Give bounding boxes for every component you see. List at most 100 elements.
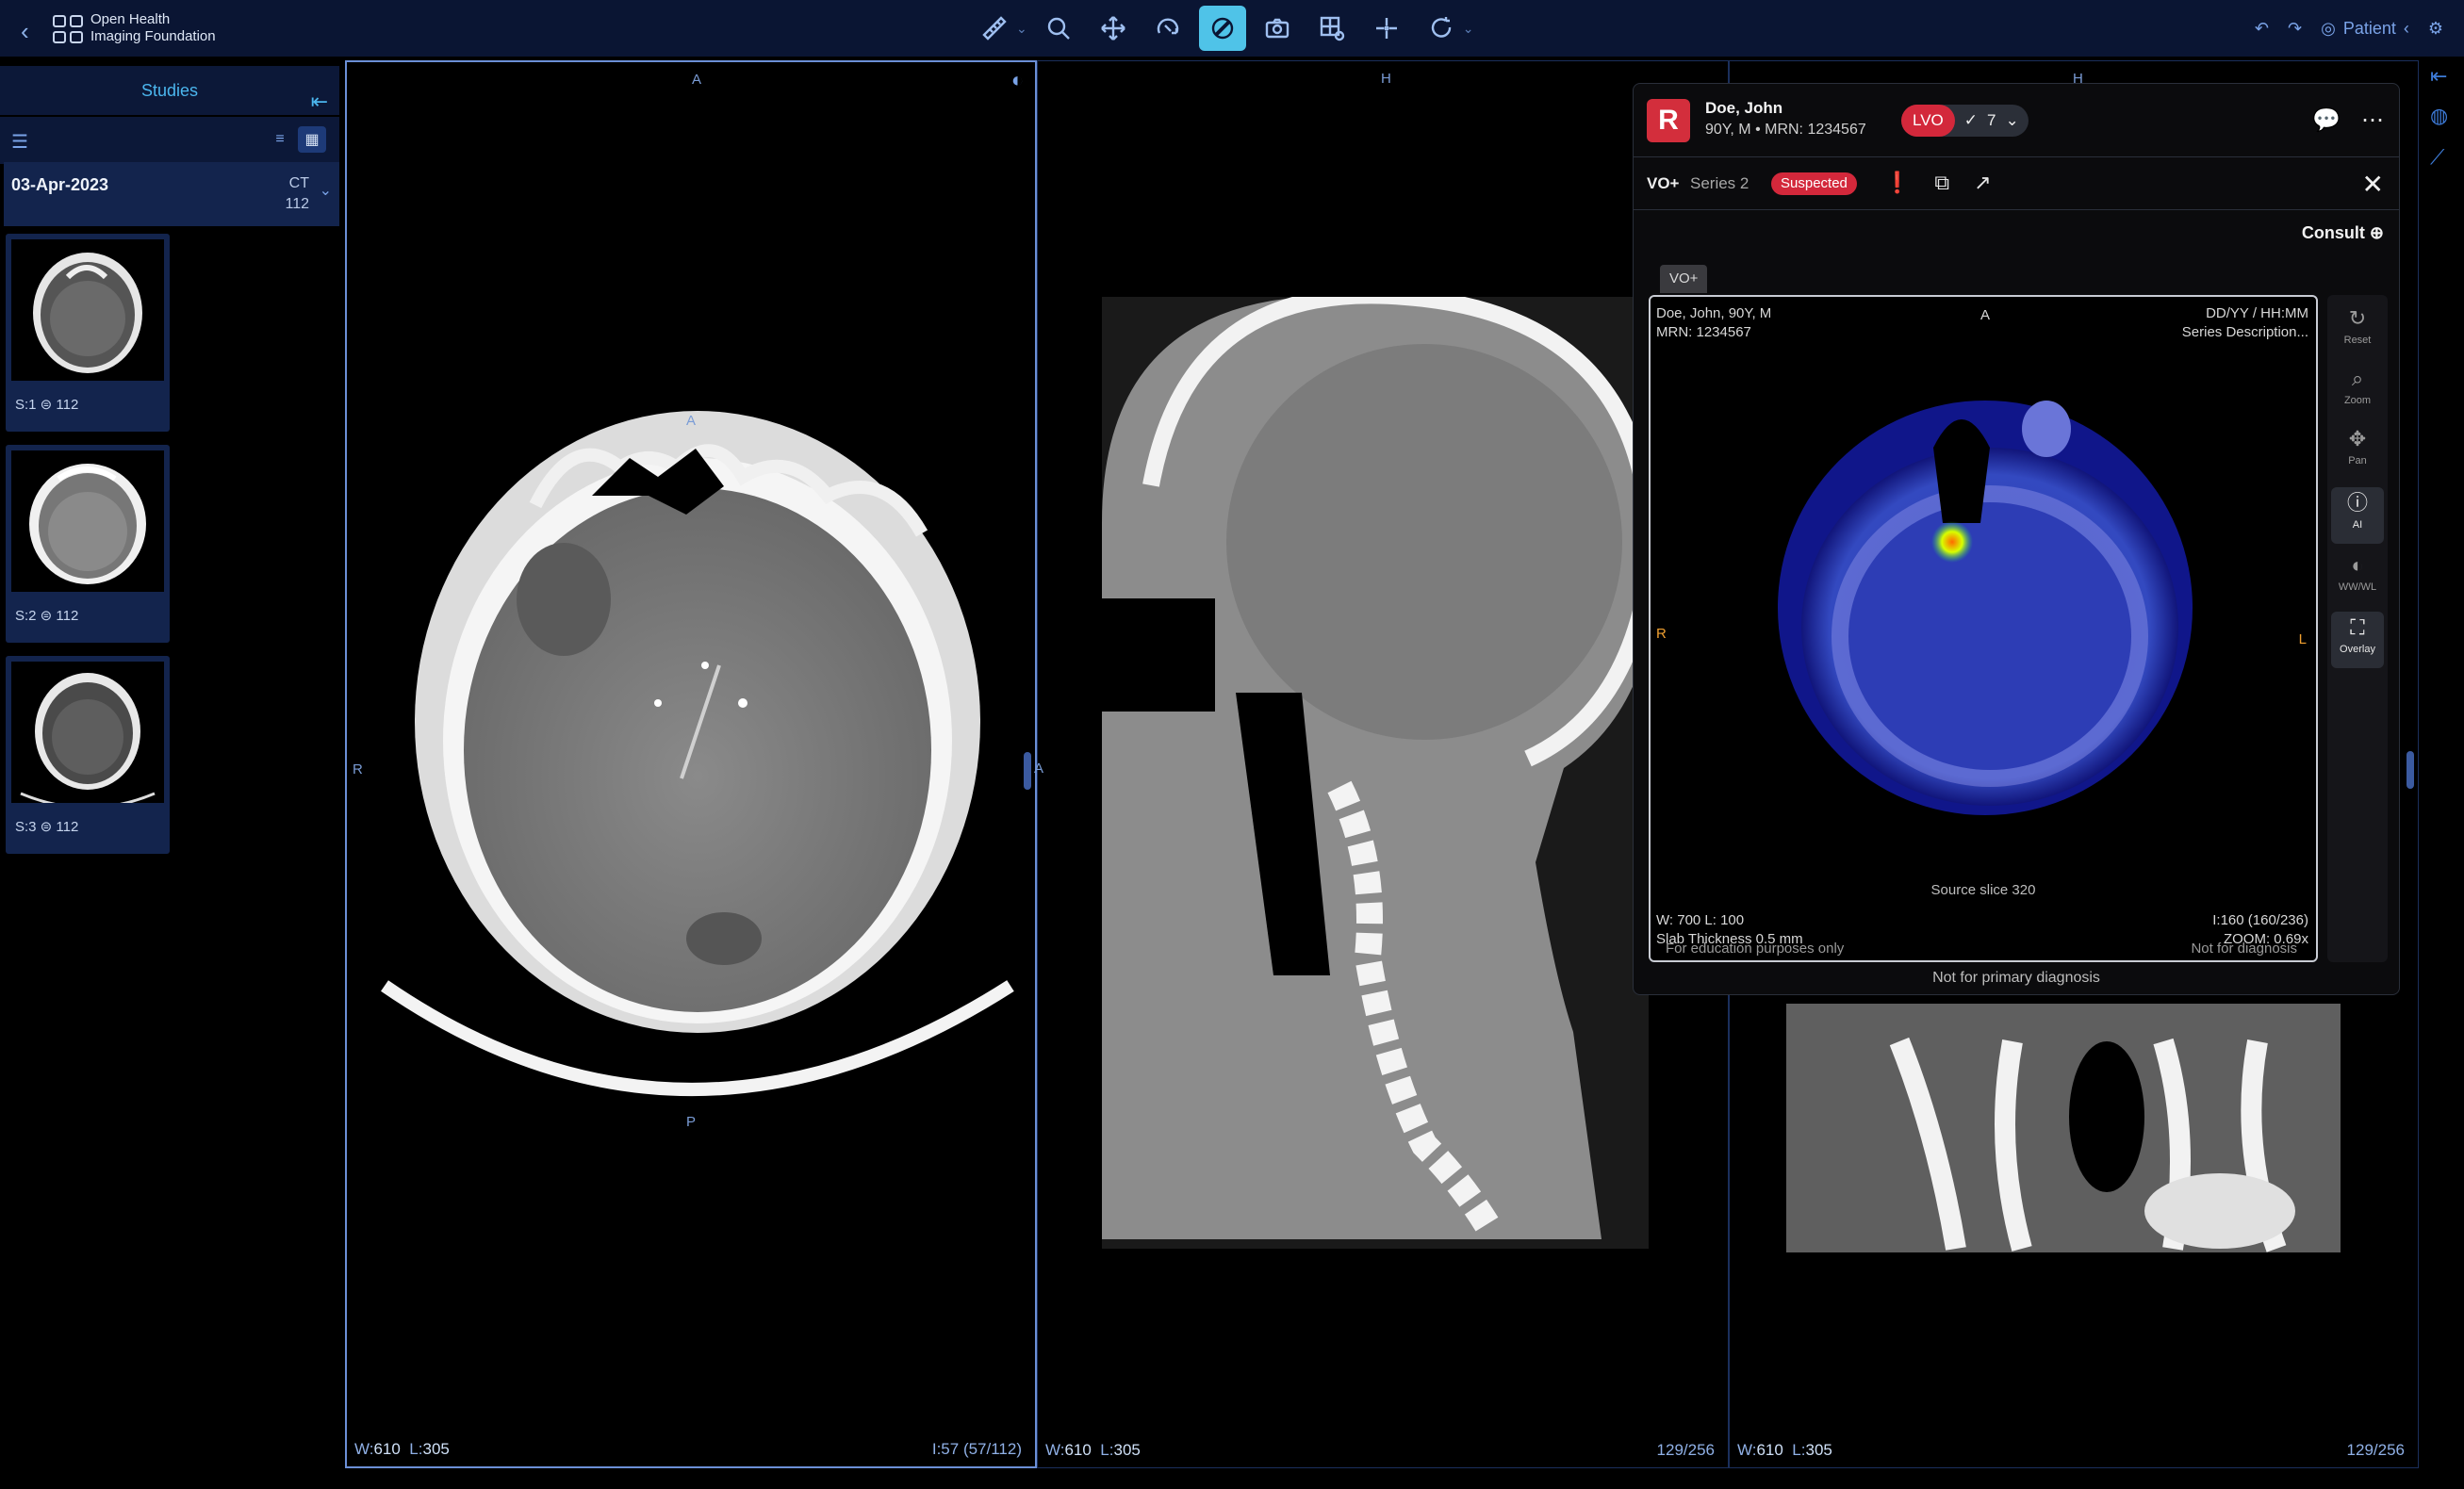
- view-toggle: ≡ ▦: [266, 126, 326, 153]
- wwwl-tool[interactable]: ◐ WW/WL: [2331, 549, 2384, 606]
- alert-feedback-icon[interactable]: ❗: [1884, 171, 1910, 195]
- slice-readout: 129/256: [1656, 1441, 1715, 1459]
- zoom-tool[interactable]: ⌕ Zoom: [2331, 363, 2384, 419]
- measure-dropdown-caret[interactable]: ⌄: [1016, 21, 1027, 37]
- viewport-axial[interactable]: A ◐ A R P W:610 L:305 I:57 (57/112): [345, 60, 1037, 1468]
- series-thumbnail[interactable]: S:2 ⊜ 112: [6, 445, 170, 643]
- pan-tool[interactable]: ✥ Pan: [2331, 423, 2384, 480]
- chevron-left-icon: ‹: [2403, 18, 2409, 38]
- thumbnail-image: [11, 450, 164, 592]
- series-thumbnail[interactable]: S:3 ⊜ 112: [6, 656, 170, 854]
- segmentation-icon[interactable]: ◍: [2430, 104, 2448, 128]
- overlay-tool[interactable]: ⛶ Overlay: [2331, 612, 2384, 668]
- consult-add-icon: ⊕: [2369, 223, 2384, 242]
- consult-button[interactable]: Consult ⊕: [2302, 223, 2384, 243]
- mini-not-diagnosis: Not for diagnosis: [2191, 941, 2297, 957]
- window-level-readout: W:610 L:305: [1045, 1441, 1141, 1460]
- expand-panel-icon[interactable]: ⇤: [2430, 64, 2447, 89]
- close-icon[interactable]: ✕: [2362, 169, 2384, 200]
- contrast-icon: ◐: [2351, 553, 2364, 577]
- window-value: 610: [1756, 1441, 1783, 1459]
- window-label: W:: [1045, 1441, 1065, 1459]
- study-instance-count: 112: [285, 196, 309, 212]
- mini-orientation-right: L: [2298, 631, 2307, 647]
- mini-orientation-top: A: [1980, 307, 1991, 323]
- org-line-2: Imaging Foundation: [90, 28, 216, 44]
- level-value: 305: [422, 1440, 450, 1458]
- image-marker-bottom: P: [686, 1114, 697, 1130]
- pan-tool-label: Pan: [2348, 455, 2367, 466]
- camera-capture-icon[interactable]: [1254, 6, 1301, 51]
- vo-label: VO+: [1647, 174, 1680, 192]
- ai-info-icon: ⓘ: [2346, 491, 2368, 515]
- filter-sliders-icon[interactable]: ☰: [11, 130, 28, 154]
- settings-gear-icon[interactable]: ⚙: [2428, 19, 2443, 39]
- viewport-sagittal[interactable]: H A W:610 L:305 129/256: [1034, 60, 1729, 1468]
- studies-header: Studies ⇤: [0, 66, 339, 115]
- vendor-logo-icon: R: [1647, 99, 1690, 142]
- level-label: L:: [409, 1440, 423, 1458]
- app-logo-icon: [53, 15, 83, 43]
- reset-rotate-icon[interactable]: [1418, 6, 1465, 51]
- chevron-down-icon[interactable]: ⌄: [320, 181, 332, 200]
- thumbnail-label: S:1 ⊜ 112: [15, 397, 79, 413]
- reset-icon: ↻: [2348, 306, 2367, 330]
- measurement-line-icon[interactable]: ⟋: [2430, 145, 2444, 170]
- viewport-scrollbar[interactable]: [1024, 752, 1031, 790]
- zoom-magnifier-icon[interactable]: [1035, 6, 1082, 51]
- grid-view-icon[interactable]: ▦: [298, 126, 326, 153]
- reset-tool-label: Reset: [2343, 335, 2372, 346]
- top-right-controls: ↶ ↷ ◎ Patient ‹ ⚙: [2255, 0, 2464, 57]
- mini-series-info: DD/YY / HH:MM Series Description...: [2182, 304, 2308, 342]
- zoom-tool-label: Zoom: [2343, 395, 2372, 406]
- orientation-top: H: [1381, 71, 1391, 87]
- ai-tool[interactable]: ⓘ AI: [2331, 487, 2384, 544]
- window-value: 610: [1064, 1441, 1092, 1459]
- measure-ruler-icon[interactable]: [971, 6, 1018, 51]
- mini-viewer-tools: ↻ Reset ⌕ Zoom ✥ Pan ⓘ AI ◐ WW/WL ⛶ Overlay: [2327, 295, 2388, 962]
- series-row: VO+ Series 2 Suspected ❗ ⧉ ↗ ✕: [1634, 157, 2399, 210]
- external-link-icon[interactable]: ↗: [1974, 171, 1991, 195]
- viewport-scrollbar[interactable]: [2407, 751, 2414, 789]
- window-level-icon[interactable]: [1198, 6, 1246, 51]
- lvo-tag: LVO: [1901, 105, 1955, 137]
- org-name: Open Health Imaging Foundation: [90, 11, 216, 45]
- redo-icon[interactable]: ↷: [2288, 19, 2302, 39]
- layout-settings-icon[interactable]: [1308, 6, 1355, 51]
- vo-tab[interactable]: VO+: [1660, 265, 1708, 293]
- thumbnail-count: 112: [56, 397, 79, 413]
- study-item[interactable]: 03-Apr-2023 CT 112 ⌄: [4, 162, 339, 226]
- study-modality: CT 112: [285, 173, 309, 215]
- lvo-count: 7: [1987, 111, 1996, 129]
- ai-mini-viewer[interactable]: Doe, John, 90Y, M MRN: 1234567 A DD/YY /…: [1649, 295, 2318, 962]
- top-toolbar: ‹ Open Health Imaging Foundation ⌄ ⌄ ↶ ↷…: [0, 0, 2464, 57]
- patient-button[interactable]: ◎ Patient ‹: [2321, 19, 2409, 39]
- more-options-icon[interactable]: ⋯: [2361, 106, 2384, 134]
- mini-patient-line-2: MRN: 1234567: [1656, 324, 1751, 340]
- suspected-badge: Suspected: [1771, 172, 1857, 195]
- level-value: 305: [1113, 1441, 1141, 1459]
- contrast-toggle-icon[interactable]: ◐: [1011, 68, 1024, 92]
- open-viewer-icon[interactable]: ⧉: [1934, 171, 1949, 195]
- lvo-status-pill[interactable]: LVO ✓ 7 ⌄: [1901, 105, 2029, 137]
- crosshair-icon[interactable]: [1363, 6, 1410, 51]
- user-circle-icon: ◎: [2321, 18, 2336, 38]
- more-tools-caret[interactable]: ⌄: [1463, 21, 1474, 37]
- pan-move-icon[interactable]: [1090, 6, 1137, 51]
- chat-icon[interactable]: 💬: [2312, 106, 2341, 134]
- thumbnail-count: 112: [56, 819, 79, 835]
- reset-tool[interactable]: ↻ Reset: [2331, 303, 2384, 359]
- right-tool-strip: ⇤ ◍ ⟋: [2419, 57, 2464, 1489]
- back-chevron-icon[interactable]: ‹: [21, 17, 29, 46]
- studies-panel: Studies ⇤ ☰ ≡ ▦ 03-Apr-2023 CT 112 ⌄ S:1…: [0, 57, 339, 1489]
- mini-wl-value: W: 700 L: 100: [1656, 912, 1745, 928]
- series-thumbnail[interactable]: S:1 ⊜ 112: [6, 234, 170, 432]
- list-view-icon[interactable]: ≡: [266, 126, 294, 153]
- undo-icon[interactable]: ↶: [2255, 19, 2269, 39]
- thumbnail-image: [11, 662, 164, 803]
- slice-readout: I:57 (57/112): [931, 1440, 1022, 1458]
- ai-result-popup: R Doe, John 90Y, M • MRN: 1234567 LVO ✓ …: [1633, 83, 2400, 995]
- rotate-3d-icon[interactable]: [1144, 6, 1191, 51]
- tool-group: ⌄ ⌄: [971, 6, 1473, 51]
- popup-footer: Not for primary diagnosis: [1932, 970, 2100, 986]
